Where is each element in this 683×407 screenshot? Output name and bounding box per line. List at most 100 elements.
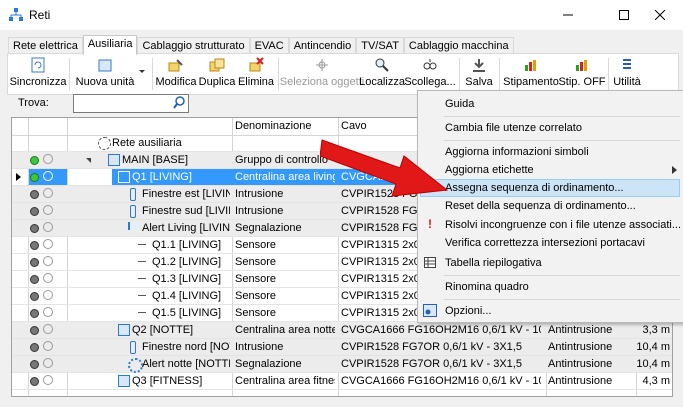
row-tipo: Antintrusione <box>548 375 613 387</box>
zoom-icon[interactable] <box>43 222 53 232</box>
title-bar: Reti <box>0 0 683 30</box>
find-label: Trova: <box>18 97 49 109</box>
zoom-icon[interactable] <box>43 273 53 283</box>
row-tipo: Antintrusione <box>548 358 613 370</box>
tab-rete-elettrica[interactable]: Rete elettrica <box>8 37 83 54</box>
salva-button[interactable]: Salva <box>464 56 494 92</box>
chevron-down-icon <box>139 70 145 73</box>
menu-item-cambia-file[interactable]: Cambia file utenze correlato <box>445 122 582 134</box>
zoom-icon[interactable] <box>43 205 53 215</box>
zoom-icon[interactable] <box>43 171 53 181</box>
search-icon[interactable] <box>173 96 186 109</box>
row-tipo: Antintrusione <box>548 341 613 353</box>
tab-antincendio[interactable]: Antincendio <box>288 37 357 54</box>
row-cavo: CVGCA1666 FG16OH2M16 0,6/1 kV - 10X1,5 <box>341 324 541 336</box>
thermometer-icon <box>130 205 136 218</box>
salva-label: Salva <box>465 76 493 88</box>
sincronizza-button[interactable]: Sincronizza <box>10 56 66 92</box>
zoom-icon[interactable] <box>43 341 53 351</box>
tab-strip: Rete elettrica Ausiliaria Cablaggio stru… <box>8 35 514 55</box>
stip-off-button[interactable]: Stip. OFF <box>558 56 606 92</box>
zoom-icon[interactable] <box>43 307 53 317</box>
menu-item-risolvi[interactable]: Risolvi incongruenze con i file utenze a… <box>445 219 681 231</box>
status-gray-icon <box>30 190 39 199</box>
branch-icon <box>138 295 146 296</box>
sync-icon <box>31 57 45 73</box>
options-icon <box>423 304 437 317</box>
menu-item-opzioni[interactable]: Opzioni... <box>445 305 491 317</box>
menu-item-reset-sequenza[interactable]: Reset della sequenza di ordinamento... <box>445 200 636 212</box>
menu-item-assegna-sequenza[interactable]: Assegna sequenza di ordinamento... <box>445 182 624 194</box>
table-row[interactable]: Alert notte [NOTTE] Segnalazione CVPIR1528… <box>12 356 672 373</box>
status-green-icon <box>30 173 39 182</box>
row-lunghezza: 10,4 m <box>636 358 670 370</box>
row-name: Q1.1 [LIVING] <box>152 239 222 251</box>
branch-icon <box>138 261 146 262</box>
tab-tv-sat[interactable]: TV/SAT <box>356 37 404 54</box>
menu-item-tabella[interactable]: Tabella riepilogativa <box>445 257 542 269</box>
row-cavo: CVGCA1666 FG16OH2M16 0,6/1 kV - 10X1,5 <box>341 375 541 387</box>
row-name: Q1 [LIVING] <box>132 171 192 183</box>
context-menu: Guida Cambia file utenze correlato Aggio… <box>417 90 683 323</box>
find-input[interactable] <box>73 94 189 113</box>
close-button[interactable] <box>637 0 683 30</box>
zoom-icon[interactable] <box>43 256 53 266</box>
flag-icon <box>128 222 139 230</box>
elimina-button[interactable]: Elimina <box>238 56 274 92</box>
row-denominazione: Sensore <box>235 273 276 285</box>
utilita-button[interactable]: Utilità <box>612 56 642 92</box>
menu-item-aggiorna-simboli[interactable]: Aggiorna informazioni simboli <box>445 146 589 158</box>
menu-item-guida[interactable]: Guida <box>445 98 474 110</box>
row-lunghezza: 3,3 m <box>642 324 670 336</box>
minimize-button[interactable] <box>545 0 591 30</box>
row-denominazione: Sensore <box>235 290 276 302</box>
menu-item-aggiorna-etichette[interactable]: Aggiorna etichette <box>445 164 534 176</box>
crosshair-icon <box>316 59 328 71</box>
zoom-icon[interactable] <box>43 239 53 249</box>
edit-icon <box>168 59 183 72</box>
zoom-icon[interactable] <box>43 375 53 385</box>
menu-item-verifica[interactable]: Verifica correttezza intersezioni portac… <box>445 237 645 249</box>
tab-cablaggio-strutturato[interactable]: Cablaggio strutturato <box>137 37 250 54</box>
tab-ausiliaria[interactable]: Ausiliaria <box>82 35 138 55</box>
row-name: Q3 [FITNESS] <box>132 375 203 387</box>
status-gray-icon <box>30 241 39 250</box>
expand-toggle-icon[interactable] <box>86 158 91 163</box>
row-denominazione: Sensore <box>235 239 276 251</box>
seleziona-oggetti-button[interactable]: Seleziona oggetti <box>280 56 364 92</box>
status-gray-icon <box>30 292 39 301</box>
header-cavo[interactable]: Cavo <box>341 120 367 132</box>
row-denominazione: Centralina area notte <box>235 324 335 336</box>
window-title: Reti <box>29 8 51 22</box>
duplica-button[interactable]: Duplica <box>199 56 235 92</box>
zoom-icon[interactable] <box>43 324 53 334</box>
toolbar-separator <box>459 58 460 90</box>
panel-icon <box>118 375 130 387</box>
table-row[interactable]: Q3 [FITNESS] Centralina area fitness CVGCA… <box>12 373 672 390</box>
menu-separator <box>444 140 680 141</box>
table-row[interactable]: Finestre nord [NOTTE] Intrusione CVPIR1528… <box>12 339 672 356</box>
tab-cablaggio-macchina[interactable]: Cablaggio macchina <box>403 37 514 54</box>
nuova-unita-dropdown[interactable] <box>136 56 148 92</box>
status-gray-icon <box>30 343 39 352</box>
header-denominazione[interactable]: Denominazione <box>235 120 311 132</box>
modifica-label: Modifica <box>155 76 197 88</box>
nuova-unita-button[interactable]: Nuova unità <box>76 56 134 92</box>
table-row[interactable]: Q2 [NOTTE] Centralina area notte CVGCA1666… <box>12 322 672 339</box>
stipamento-button[interactable]: Stipamento <box>503 56 559 92</box>
menu-item-rinomina[interactable]: Rinomina quadro <box>445 281 529 293</box>
zoom-icon[interactable] <box>43 358 53 368</box>
scollega-button[interactable]: Scollega... <box>404 56 456 92</box>
modifica-button[interactable]: Modifica <box>155 56 197 92</box>
localizza-button[interactable]: Localizza <box>359 56 405 92</box>
row-name: Q1.2 [LIVING] <box>152 256 222 268</box>
row-name: Q1.4 [LIVING] <box>152 290 222 302</box>
zoom-icon[interactable] <box>43 290 53 300</box>
submenu-arrow-icon <box>672 166 677 174</box>
zoom-icon[interactable] <box>43 188 53 198</box>
tab-evac[interactable]: EVAC <box>249 37 289 54</box>
expand-toggle-icon[interactable] <box>100 175 105 180</box>
zoom-icon[interactable] <box>43 154 53 164</box>
status-gray-icon <box>30 224 39 233</box>
status-gray-icon <box>30 275 39 284</box>
